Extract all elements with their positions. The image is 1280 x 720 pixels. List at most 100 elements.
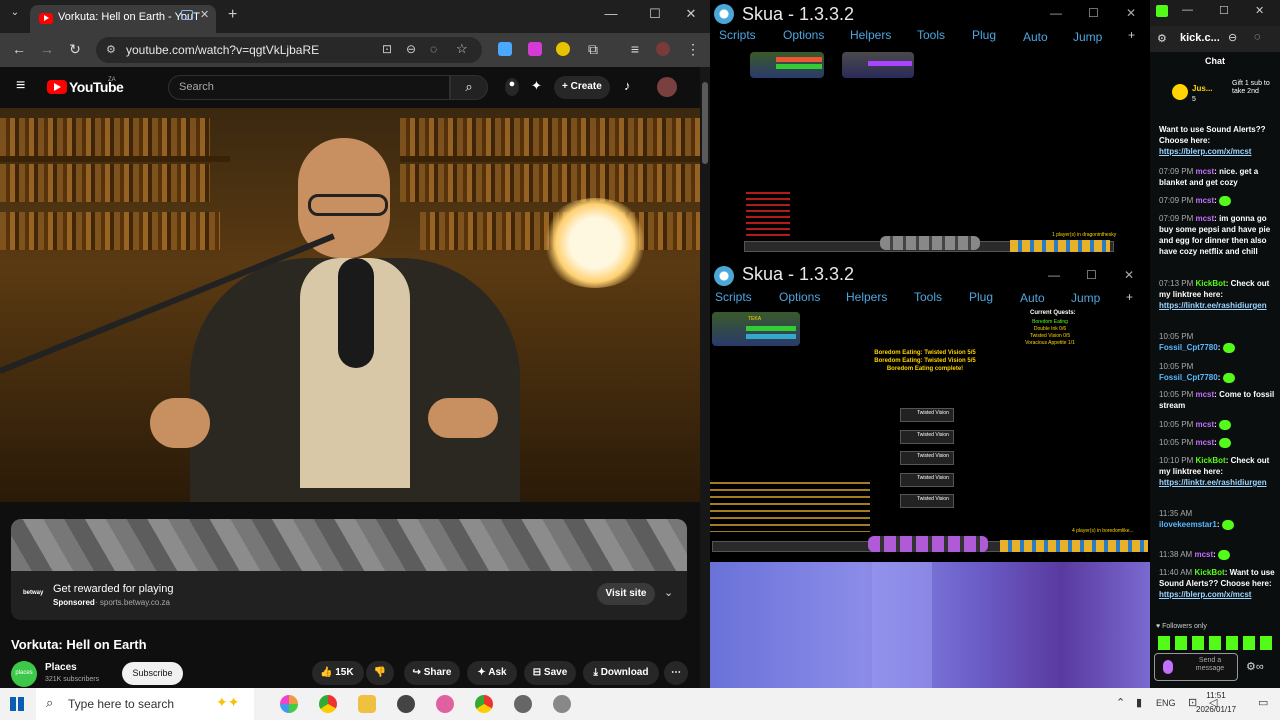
notifications-icon[interactable]: ▭ — [1258, 696, 1268, 709]
settings-icon[interactable]: ⚙∞ — [1246, 660, 1264, 673]
account-avatar[interactable] — [657, 77, 677, 97]
chat-link[interactable]: https://blerp.com/x/mcst — [1159, 590, 1251, 599]
extension-icon[interactable] — [528, 42, 542, 56]
battery-icon[interactable]: ▮ — [1136, 696, 1142, 709]
forward-icon[interactable]: → — [38, 41, 56, 57]
skill-icons[interactable] — [868, 536, 988, 552]
chat-link[interactable]: https://linktr.ee/rashidiurgen — [1159, 478, 1267, 487]
menu-plug[interactable]: Plug — [969, 290, 993, 304]
menu-auto[interactable]: Auto — [1020, 291, 1045, 305]
minimize-button[interactable]: — — [1048, 268, 1060, 282]
hamburger-menu-icon[interactable]: ≡ — [16, 77, 25, 95]
clock-time[interactable]: 11:51 — [1196, 691, 1236, 700]
emote-bar[interactable] — [1158, 636, 1276, 650]
ask-button[interactable]: ✦ Ask — [467, 661, 517, 685]
minimize-button[interactable]: — — [1182, 4, 1193, 16]
dislike-button[interactable]: 👎 — [366, 661, 394, 685]
emote-picker-icon[interactable] — [1163, 660, 1173, 674]
profile-avatar[interactable] — [656, 42, 670, 56]
minimize-button[interactable]: — — [1050, 6, 1062, 20]
menu-kebab-icon[interactable]: ⋮ — [684, 41, 702, 58]
close-button[interactable]: ✕ — [1255, 4, 1264, 17]
windows-start-icon[interactable] — [10, 697, 24, 711]
chrome-icon[interactable] — [475, 695, 493, 713]
menu-scripts[interactable]: Scripts — [715, 290, 752, 304]
maximize-button[interactable]: ☐ — [1088, 6, 1099, 20]
visit-site-button[interactable]: Visit site — [597, 583, 655, 605]
search-input[interactable]: Search — [168, 75, 450, 100]
notifications-bell-icon[interactable]: ♪ — [624, 78, 631, 93]
channel-avatar[interactable]: places — [11, 661, 37, 687]
bookmark-star-icon[interactable]: ☆ — [456, 41, 468, 57]
back-icon[interactable]: ← — [10, 41, 28, 57]
tab-search-icon[interactable]: ⌄ — [6, 7, 24, 18]
new-tab-button[interactable]: + — [228, 6, 237, 24]
cast-icon[interactable] — [181, 10, 193, 20]
voice-search-icon[interactable]: ● — [505, 78, 519, 96]
close-button[interactable]: ✕ — [681, 6, 701, 22]
chevron-up-icon[interactable]: ⌃ — [1116, 696, 1125, 709]
language-indicator[interactable]: ENG — [1156, 698, 1176, 708]
settings-icon[interactable] — [514, 695, 532, 713]
extension-icon[interactable] — [498, 42, 512, 56]
menu-plug[interactable]: Plug — [972, 28, 996, 42]
reload-icon[interactable]: ↻ — [66, 41, 84, 58]
zoom-icon[interactable]: ⊖ — [406, 42, 416, 56]
menu-jump[interactable]: Jump — [1073, 30, 1102, 44]
ad-card[interactable]: betway Get rewarded for playing Sponsore… — [11, 519, 687, 620]
media-control-icon[interactable]: ≡ — [626, 41, 644, 57]
maximize-button[interactable]: ☐ — [1219, 4, 1229, 17]
menu-tools[interactable]: Tools — [917, 28, 945, 42]
video-player[interactable] — [0, 108, 700, 502]
menu-helpers[interactable]: Helpers — [850, 28, 891, 42]
more-actions-button[interactable]: ⋯ — [664, 661, 688, 685]
menu-auto[interactable]: Auto — [1023, 30, 1048, 44]
settings-icon[interactable]: ⚙ — [1157, 32, 1167, 45]
app-icon[interactable] — [553, 695, 571, 713]
url-text[interactable]: kick.c... — [1180, 32, 1220, 44]
sparkle-icon[interactable]: ✦ — [531, 78, 542, 94]
copilot-icon[interactable] — [280, 695, 298, 713]
maximize-button[interactable]: ☐ — [1086, 268, 1097, 282]
extensions-puzzle-icon[interactable]: ⧉ — [584, 41, 602, 58]
ad-title[interactable]: Get rewarded for playing — [53, 583, 173, 595]
like-button[interactable]: 👍 15K — [312, 661, 364, 685]
share-button[interactable]: ↪ Share — [404, 661, 460, 685]
maximize-button[interactable]: ☐ — [645, 6, 665, 22]
file-explorer-icon[interactable] — [358, 695, 376, 713]
close-button[interactable]: ✕ — [1126, 6, 1136, 20]
chat-link[interactable]: https://blerp.com/x/mcst — [1159, 147, 1251, 156]
menu-scripts[interactable]: Scripts — [719, 28, 756, 42]
skill-icons[interactable] — [880, 236, 980, 250]
address-bar[interactable]: ⚙ youtube.com/watch?v=qgtVkLjbaRE ⊡ ⊖ ◌ … — [96, 37, 482, 63]
site-info-icon[interactable]: ⚙ — [106, 43, 116, 56]
channel-name[interactable]: Places — [45, 662, 77, 673]
chat-input[interactable]: Send a message — [1154, 653, 1238, 681]
eye-off-icon[interactable]: ◌ — [430, 42, 437, 56]
tab-close-icon[interactable]: ✕ — [200, 8, 209, 21]
menu-add[interactable]: + — [1128, 28, 1135, 42]
menu-icons[interactable] — [1010, 240, 1110, 252]
app-icon[interactable] — [397, 695, 415, 713]
close-button[interactable]: ✕ — [1124, 268, 1134, 282]
chevron-down-icon[interactable]: ⌄ — [664, 586, 673, 599]
app-icon[interactable] — [436, 695, 454, 713]
download-button[interactable]: ⤓ Download — [583, 661, 659, 685]
menu-options[interactable]: Options — [779, 290, 820, 304]
chat-link[interactable]: https://linktr.ee/rashidiurgen — [1159, 301, 1267, 310]
menu-add[interactable]: + — [1126, 290, 1133, 304]
create-button[interactable]: + Create — [554, 76, 610, 99]
menu-icons[interactable] — [1000, 540, 1148, 552]
save-button[interactable]: ⊟ Save — [524, 661, 576, 685]
youtube-logo-icon[interactable] — [47, 80, 67, 94]
install-app-icon[interactable]: ⊡ — [382, 42, 392, 56]
taskbar-search-input[interactable]: ⌕ Type here to search ✦✦ — [36, 688, 254, 720]
menu-tools[interactable]: Tools — [914, 290, 942, 304]
menu-options[interactable]: Options — [783, 28, 824, 42]
minimize-button[interactable]: — — [601, 6, 621, 21]
scrollbar-thumb[interactable] — [702, 82, 708, 164]
subscribe-button[interactable]: Subscribe — [122, 662, 183, 685]
eye-off-icon[interactable]: ◌ — [1254, 31, 1261, 43]
zoom-icon[interactable]: ⊖ — [1228, 31, 1237, 44]
menu-jump[interactable]: Jump — [1071, 291, 1100, 305]
